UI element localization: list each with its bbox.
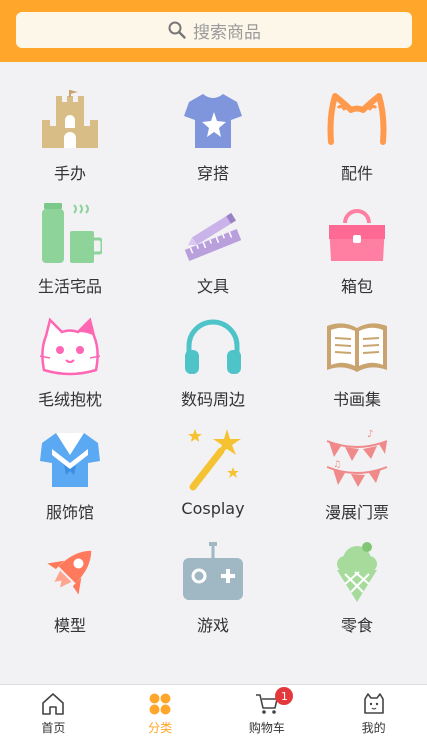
tab-label: 首页 <box>41 721 66 735</box>
category-plush[interactable]: 毛绒抱枕 <box>0 288 140 409</box>
category-lifestyle[interactable]: 生活宅品 <box>0 175 140 296</box>
bottom-tab-bar: 首页 分类 1 购物车 我的 <box>0 684 427 741</box>
category-label: 模型 <box>53 616 86 635</box>
magic-wand-icon <box>181 427 245 491</box>
svg-text:♫: ♫ <box>333 460 341 470</box>
tab-profile[interactable]: 我的 <box>320 685 427 741</box>
rocket-icon <box>38 540 102 604</box>
tab-label: 分类 <box>148 721 173 735</box>
tab-label: 购物车 <box>248 721 285 735</box>
thermos-cup-icon <box>38 201 102 265</box>
home-icon <box>42 693 65 715</box>
search-placeholder: 搜索商品 <box>193 22 261 43</box>
category-bags[interactable]: 箱包 <box>287 175 427 296</box>
handbag-icon <box>325 201 389 265</box>
category-snacks[interactable]: 零食 <box>287 514 427 635</box>
cat-ears-icon <box>325 88 389 152</box>
ice-cream-icon <box>325 540 389 604</box>
castle-icon <box>38 88 102 152</box>
category-models[interactable]: 模型 <box>0 514 140 635</box>
tab-home[interactable]: 首页 <box>0 685 107 741</box>
category-label: 零食 <box>340 616 373 635</box>
category-digital[interactable]: 数码周边 <box>143 288 283 409</box>
category-figures[interactable]: 手办 <box>0 62 140 183</box>
category-games[interactable]: 游戏 <box>143 514 283 635</box>
category-grid: 手办 穿搭 配件 生活宅品 文具 箱包 毛绒抱枕 数码周边 书画集 服饰馆 Co… <box>0 62 427 684</box>
top-header: 搜索商品 <box>0 0 427 62</box>
category-label: 游戏 <box>196 616 229 635</box>
gamepad-icon <box>181 540 245 604</box>
tshirt-icon <box>181 88 245 152</box>
category-icon <box>149 693 171 715</box>
category-outfits[interactable]: 穿搭 <box>143 62 283 183</box>
bunting-flags-icon: ♪ ♫ <box>325 427 389 491</box>
category-tickets[interactable]: ♪ ♫ 漫展门票 <box>287 401 427 522</box>
svg-text:♪: ♪ <box>367 429 373 440</box>
tab-category[interactable]: 分类 <box>107 685 214 741</box>
profile-icon <box>363 693 384 714</box>
pencil-ruler-icon <box>181 201 245 265</box>
sailor-uniform-icon <box>38 427 102 491</box>
open-book-icon <box>325 314 389 378</box>
tab-label: 我的 <box>361 721 386 735</box>
category-accessories[interactable]: 配件 <box>287 62 427 183</box>
category-apparel[interactable]: 服饰馆 <box>0 401 140 522</box>
search-icon <box>168 21 186 39</box>
search-bar[interactable]: 搜索商品 <box>16 12 412 48</box>
cart-badge: 1 <box>275 687 294 705</box>
cat-face-icon <box>38 314 102 378</box>
headphones-icon <box>181 314 245 378</box>
category-cosplay[interactable]: Cosplay <box>143 401 283 518</box>
category-artbooks[interactable]: 书画集 <box>287 288 427 409</box>
category-stationery[interactable]: 文具 <box>143 175 283 296</box>
tab-cart[interactable]: 1 购物车 <box>214 685 321 741</box>
